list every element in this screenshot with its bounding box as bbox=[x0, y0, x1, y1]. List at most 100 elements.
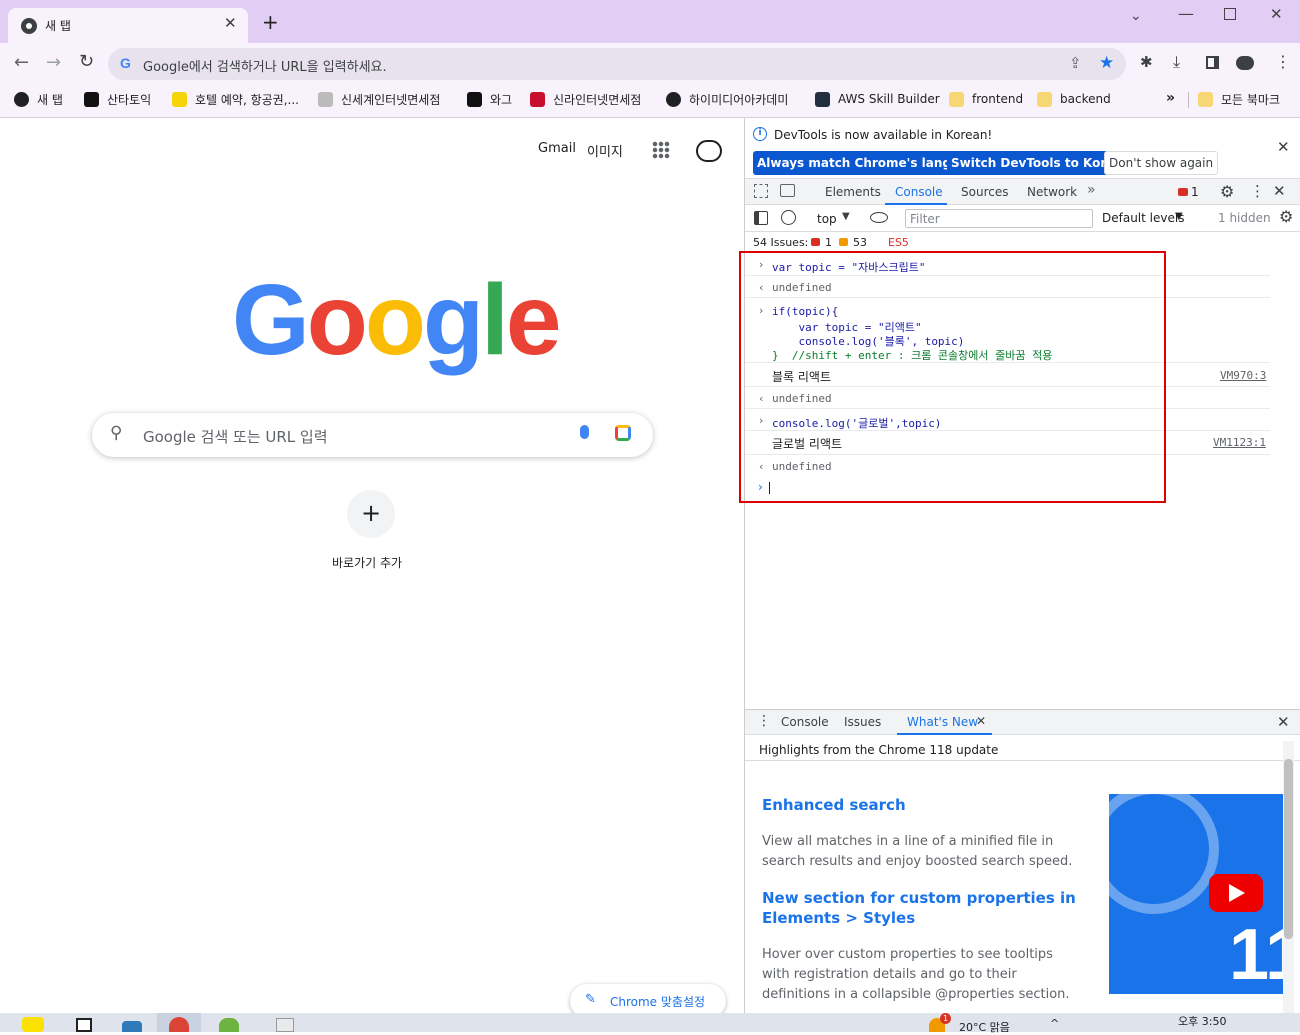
tray-chevron-icon[interactable]: ^ bbox=[1050, 1017, 1059, 1030]
device-toolbar-icon[interactable] bbox=[780, 184, 795, 197]
bookmark-divider bbox=[1188, 92, 1189, 108]
tab-console[interactable]: Console bbox=[895, 185, 943, 199]
bookmark-label: 산타토익 bbox=[107, 92, 152, 107]
spring-icon[interactable] bbox=[219, 1018, 239, 1032]
feature-desc: with registration details and go to thei… bbox=[762, 967, 1017, 982]
weather-text[interactable]: 20°C 맑음 bbox=[959, 1019, 1010, 1035]
chrome-taskbar-button[interactable] bbox=[157, 1013, 201, 1032]
logo-letter: g bbox=[422, 264, 484, 376]
dropdown-icon[interactable]: ▼ bbox=[842, 211, 850, 222]
feature-title-link[interactable]: New section for custom properties in bbox=[762, 889, 1076, 907]
devtools-menu-icon[interactable]: ⋮ bbox=[1250, 182, 1265, 200]
levels-arrow-icon: ▼ bbox=[1175, 211, 1183, 222]
download-icon[interactable]: ⤓ bbox=[1173, 52, 1180, 72]
bookmark-item[interactable]: 호텔 예약, 항공권,... bbox=[172, 87, 299, 111]
maximize-button[interactable] bbox=[1224, 8, 1236, 20]
bookmark-item[interactable]: AWS Skill Builder bbox=[815, 87, 940, 111]
voice-search-icon[interactable] bbox=[580, 425, 589, 439]
app-icon[interactable] bbox=[122, 1021, 142, 1032]
bookmark-label: backend bbox=[1060, 92, 1111, 106]
log-levels-dropdown[interactable]: Default levels bbox=[1102, 211, 1184, 225]
tab-search-icon[interactable]: ⌄ bbox=[1130, 8, 1142, 24]
close-drawer-icon[interactable]: ✕ bbox=[1277, 713, 1290, 731]
favicon-icon bbox=[530, 91, 545, 107]
extensions-icon[interactable]: ✱ bbox=[1140, 53, 1153, 71]
share-icon[interactable]: ⇪ bbox=[1069, 54, 1082, 72]
new-tab-button[interactable]: + bbox=[262, 10, 279, 34]
forward-icon[interactable]: → bbox=[46, 52, 61, 73]
bookmark-item[interactable]: 새 탭 bbox=[14, 87, 63, 111]
bookmark-item[interactable]: 신세계인터넷면세점 bbox=[318, 87, 440, 111]
add-shortcut-label: 바로가기 추가 bbox=[332, 556, 403, 570]
account-avatar[interactable] bbox=[696, 140, 722, 162]
feature-title-link[interactable]: Elements > Styles bbox=[762, 909, 915, 927]
bookmark-label: 호텔 예약, 항공권,... bbox=[195, 92, 299, 107]
file-icon[interactable] bbox=[276, 1018, 294, 1032]
bookmark-item[interactable]: 하이미디어아카데미 bbox=[666, 87, 788, 111]
drawer-tab-console[interactable]: Console bbox=[781, 715, 829, 729]
issues-bar[interactable]: 54 Issues: 1 53 ES5 bbox=[745, 232, 1300, 252]
search-box[interactable]: ⚲ Google 검색 또는 URL 입력 bbox=[92, 413, 653, 457]
sidebar-toggle-icon[interactable] bbox=[754, 211, 768, 225]
images-link[interactable]: 이미지 bbox=[587, 141, 623, 160]
eye-icon[interactable] bbox=[870, 212, 888, 223]
bookmark-item[interactable]: 산타토익 bbox=[84, 87, 151, 111]
inspect-icon[interactable] bbox=[754, 184, 768, 198]
clear-console-icon[interactable] bbox=[781, 210, 796, 225]
apps-grid-icon[interactable] bbox=[652, 141, 670, 159]
favicon-icon bbox=[815, 91, 830, 107]
video-version-text: 11 bbox=[1229, 915, 1283, 994]
close-window-button[interactable]: ✕ bbox=[1270, 5, 1283, 23]
google-logo: Google bbox=[232, 260, 561, 380]
more-bookmarks-icon[interactable]: » bbox=[1166, 90, 1175, 106]
console-settings-icon[interactable]: ⚙ bbox=[1279, 207, 1293, 226]
close-devtools-icon[interactable]: ✕ bbox=[1273, 182, 1286, 200]
clock[interactable]: 오후 3:50 bbox=[1178, 1013, 1226, 1029]
filter-input[interactable]: Filter bbox=[905, 209, 1093, 228]
tab-new-tab[interactable]: 새 탭 ✕ bbox=[8, 8, 248, 44]
notion-icon[interactable] bbox=[76, 1018, 92, 1032]
scrollbar[interactable] bbox=[1283, 741, 1294, 1013]
pencil-icon: ✎ bbox=[585, 992, 596, 1007]
close-whats-new-icon[interactable]: ✕ bbox=[976, 714, 986, 728]
minimize-button[interactable]: — bbox=[1178, 4, 1194, 23]
dont-show-again-button[interactable]: Don't show again bbox=[1104, 151, 1219, 175]
context-selector[interactable]: top bbox=[817, 212, 837, 226]
log-source-link[interactable]: VM970:3 bbox=[1220, 369, 1266, 382]
drawer-tab-whats-new[interactable]: What's New bbox=[907, 715, 978, 729]
tab-elements[interactable]: Elements bbox=[825, 185, 881, 199]
video-thumbnail[interactable]: 11 bbox=[1109, 794, 1283, 994]
lens-icon[interactable] bbox=[615, 425, 631, 441]
drawer-menu-icon[interactable]: ⋮ bbox=[757, 713, 771, 729]
tab-sources[interactable]: Sources bbox=[961, 185, 1008, 199]
bookmark-label: frontend bbox=[972, 92, 1024, 106]
drawer-tab-issues[interactable]: Issues bbox=[844, 715, 881, 729]
omnibox[interactable]: G Google에서 검색하거나 URL을 입력하세요. ⇪ ★ bbox=[108, 48, 1126, 80]
back-icon[interactable]: ← bbox=[14, 52, 29, 73]
chrome-taskbar-icon bbox=[169, 1017, 189, 1032]
bookmark-item[interactable]: 와그 bbox=[467, 87, 512, 111]
close-tab-icon[interactable]: ✕ bbox=[224, 14, 237, 32]
bookmark-item[interactable]: frontend bbox=[949, 87, 1023, 111]
new-tab-page: Gmail 이미지 Google ⚲ Google 검색 또는 URL 입력 +… bbox=[0, 118, 744, 1018]
profile-avatar[interactable] bbox=[1236, 56, 1254, 70]
bookmark-star-icon[interactable]: ★ bbox=[1099, 53, 1114, 73]
issues-label: 54 Issues: bbox=[753, 236, 809, 249]
add-shortcut-button[interactable]: + bbox=[347, 490, 395, 538]
side-panel-icon[interactable] bbox=[1206, 56, 1219, 69]
scrollbar-thumb[interactable] bbox=[1284, 759, 1293, 939]
close-infobar-icon[interactable]: ✕ bbox=[1277, 138, 1290, 156]
log-source-link[interactable]: VM1123:1 bbox=[1213, 436, 1266, 449]
menu-icon[interactable]: ⋮ bbox=[1275, 52, 1291, 71]
bookmark-item[interactable]: backend bbox=[1037, 87, 1111, 111]
settings-icon[interactable]: ⚙ bbox=[1220, 182, 1234, 201]
tab-network[interactable]: Network bbox=[1027, 185, 1077, 199]
kakaotalk-icon[interactable] bbox=[22, 1017, 44, 1032]
all-bookmarks[interactable]: 모든 북마크 bbox=[1198, 87, 1280, 111]
gmail-link[interactable]: Gmail bbox=[538, 141, 576, 156]
more-tabs-icon[interactable]: » bbox=[1087, 182, 1096, 198]
error-count[interactable]: 1 bbox=[1191, 185, 1199, 199]
feature-title-link[interactable]: Enhanced search bbox=[762, 796, 906, 814]
reload-icon[interactable]: ↻ bbox=[79, 51, 94, 72]
bookmark-item[interactable]: 신라인터넷면세점 bbox=[530, 87, 641, 111]
